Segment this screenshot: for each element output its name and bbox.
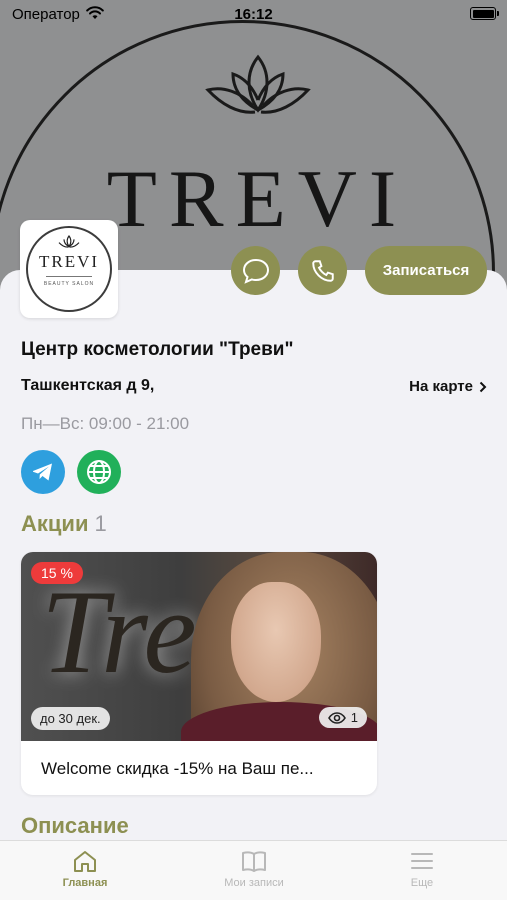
opening-hours: Пн—Вс: 09:00 - 21:00	[21, 414, 190, 433]
promotions-count: 1	[94, 511, 107, 536]
telegram-button[interactable]	[21, 450, 65, 494]
book-icon	[242, 851, 266, 872]
description-heading: Описание	[21, 813, 129, 838]
map-link[interactable]: На карте	[409, 378, 487, 395]
salon-title: Центр косметологии "Треви"	[21, 339, 294, 360]
promotion-image-lettering: Tre	[41, 565, 197, 698]
discount-badge: 15 %	[31, 562, 83, 584]
globe-icon	[87, 460, 111, 484]
expiry-date-badge: до 30 дек.	[31, 707, 110, 730]
map-link-label: На карте	[409, 378, 473, 395]
phone-icon	[311, 259, 334, 282]
tab-more-label: Еще	[410, 877, 434, 889]
tab-bar: Главная Мои записи Еще	[0, 840, 507, 900]
tab-my-bookings-label: Мои записи	[224, 877, 284, 889]
tab-home[interactable]: Главная	[25, 849, 145, 889]
logo-subtitle: BEAUTY SALON	[43, 281, 95, 287]
lotus-icon	[58, 235, 80, 248]
views-count: 1	[350, 710, 358, 725]
clock: 16:12	[234, 6, 273, 23]
call-button[interactable]	[298, 246, 347, 295]
lotus-icon	[205, 54, 311, 114]
telegram-icon	[33, 463, 52, 481]
salon-logo: TREVI BEAUTY SALON	[20, 220, 118, 318]
battery-icon	[470, 7, 499, 20]
chat-bubble-icon	[242, 258, 269, 284]
status-bar: Оператор 16:12	[0, 0, 507, 28]
chat-button[interactable]	[231, 246, 280, 295]
promotion-model-face	[231, 582, 321, 702]
views-badge: 1	[318, 707, 367, 728]
eye-icon	[327, 711, 346, 724]
book-appointment-button[interactable]: Записаться	[365, 246, 487, 295]
tab-my-bookings[interactable]: Мои записи	[194, 849, 314, 889]
tab-more[interactable]: Еще	[362, 849, 482, 889]
promotion-card[interactable]: Tre 15 % до 30 дек. 1 Welcome скидка -15…	[21, 552, 377, 795]
promotion-title: Welcome скидка -15% на Ваш пе...	[41, 759, 314, 778]
tab-home-label: Главная	[62, 877, 108, 889]
promotions-heading: Акции 1	[21, 511, 107, 537]
logo-divider	[46, 276, 92, 277]
home-icon	[74, 851, 96, 872]
logo-brand-text: TREVI	[38, 252, 100, 271]
menu-icon	[411, 853, 433, 869]
chevron-right-icon	[479, 381, 487, 392]
promotion-image: Tre 15 % до 30 дек. 1	[21, 552, 377, 741]
website-button[interactable]	[77, 450, 121, 494]
promotions-title: Акции	[21, 511, 89, 536]
salon-address: Ташкентская д 9,	[21, 377, 155, 394]
